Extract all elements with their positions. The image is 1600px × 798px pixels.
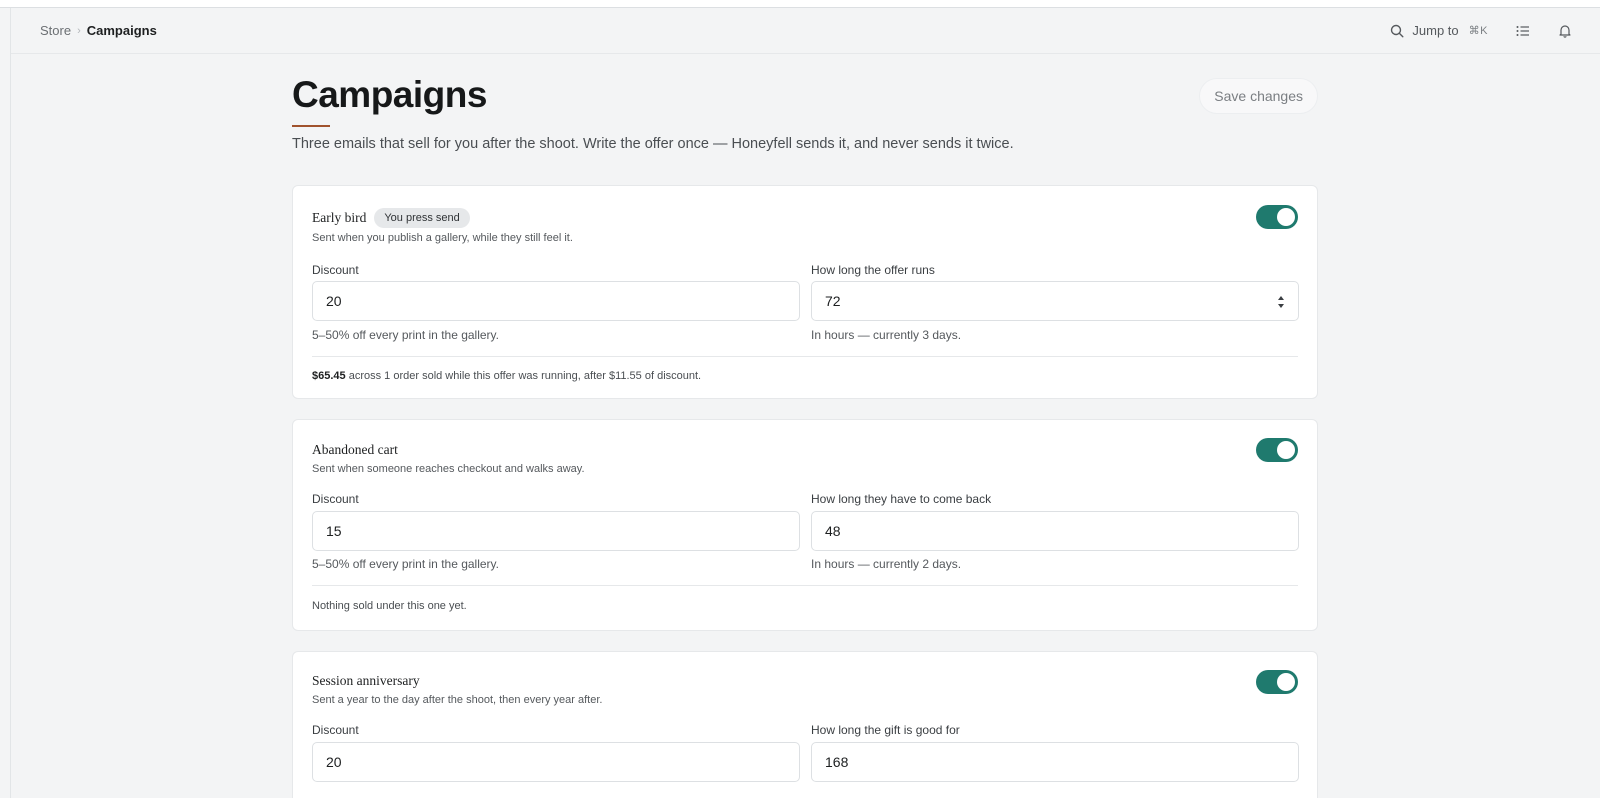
discount-label: Discount [312,723,359,737]
campaign-name: Session anniversary [312,673,420,689]
card-divider [312,585,1298,586]
card-divider [312,356,1298,357]
discount-help: 5–50% off every print in the gallery. [312,557,499,571]
jump-to-button[interactable]: Jump to ⌘K [1390,23,1488,38]
campaign-name: Early bird You press send [312,208,470,228]
campaign-toggle[interactable] [1256,205,1298,229]
campaign-name-text: Session anniversary [312,673,420,688]
duration-label: How long the gift is good for [811,723,960,737]
top-actions: Jump to ⌘K [1390,23,1600,38]
discount-label: Discount [312,263,359,277]
duration-help: In hours — currently 3 days. [811,328,962,342]
duration-input[interactable] [811,742,1299,782]
main-content: Campaigns Three emails that sell for you… [292,54,1318,798]
discount-help: 5–50% off every print in the gallery. [312,328,499,342]
campaign-name: Abandoned cart [312,442,398,458]
breadcrumb-store[interactable]: Store [40,23,71,38]
campaign-name-text: Abandoned cart [312,442,398,457]
results-text: Nothing sold under this one yet. [312,600,467,612]
list-button[interactable] [1516,25,1530,37]
campaign-toggle[interactable] [1256,670,1298,694]
save-changes-button[interactable]: Save changes [1199,78,1318,114]
duration-input[interactable] [811,511,1299,551]
results-text: across 1 order sold while this offer was… [345,370,702,382]
campaign-card-session-anniversary: Session anniversary Sent a year to the d… [292,651,1318,798]
breadcrumb: Store › Campaigns [11,23,157,38]
discount-input[interactable] [312,742,800,782]
title-underline [292,125,330,127]
breadcrumb-current: Campaigns [86,23,157,38]
stepper-icon[interactable] [1276,293,1286,311]
discount-input[interactable] [312,511,800,551]
duration-label: How long they have to come back [811,492,992,506]
campaign-results: $65.45 across 1 order sold while this of… [312,370,701,382]
campaign-description: Sent when you publish a gallery, while t… [312,232,573,244]
duration-label: How long the offer runs [811,263,935,277]
campaign-description: Sent a year to the day after the shoot, … [312,694,603,706]
window-top-strip [0,0,1600,8]
sidebar-edge [10,8,11,798]
campaign-toggle[interactable] [1256,438,1298,462]
campaign-results: Nothing sold under this one yet. [312,600,467,612]
campaign-card-abandoned-cart: Abandoned cart Sent when someone reaches… [292,419,1318,631]
bell-icon [1559,24,1571,38]
discount-label: Discount [312,492,359,506]
list-icon [1516,25,1529,36]
results-amount: $65.45 [312,370,346,382]
campaign-card-early-bird: Early bird You press send Sent when you … [292,185,1318,399]
campaign-name-text: Early bird [312,210,367,225]
search-icon [1391,24,1404,38]
jump-shortcut: ⌘K [1468,25,1488,37]
top-bar: Store › Campaigns Jump to ⌘K [11,8,1600,54]
page-header: Campaigns Three emails that sell for you… [292,54,1318,184]
duration-input[interactable] [811,281,1299,321]
campaign-description: Sent when someone reaches checkout and w… [312,463,585,475]
discount-input[interactable] [312,281,800,321]
breadcrumb-separator: › [77,24,81,37]
notifications-button[interactable] [1558,24,1572,38]
duration-help: In hours — currently 2 days. [811,557,962,571]
manual-send-badge: You press send [374,208,470,228]
page-subtitle: Three emails that sell for you after the… [292,136,1014,152]
page-title: Campaigns [292,74,487,115]
jump-to-label: Jump to [1412,23,1459,38]
